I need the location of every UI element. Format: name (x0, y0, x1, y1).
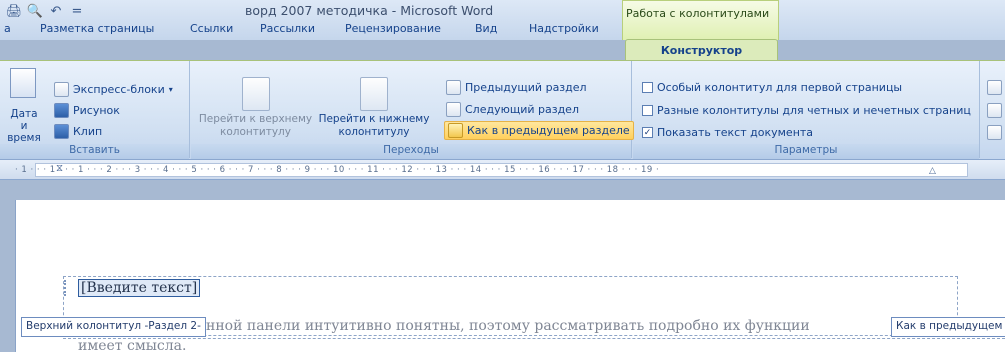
next-section-icon (446, 102, 461, 117)
go-to-header-button[interactable]: Перейти к верхнему колонтитулу (198, 77, 313, 139)
calendar-icon (10, 68, 36, 98)
context-header-label: Работа с колонтитулами (626, 7, 770, 20)
checkbox-icon[interactable] (642, 105, 653, 116)
context-tab-header (622, 0, 779, 40)
group-insert-label: Вставить (0, 144, 189, 159)
move-handle-icon[interactable] (64, 280, 74, 296)
checkbox-icon[interactable] (642, 82, 653, 93)
ruler-scale: · 1 · · · 1 · · · 1 · · · 2 · · · 3 · · … (15, 165, 660, 175)
next-section-label: Следующий раздел (465, 103, 579, 116)
tab-review[interactable]: Рецензирование (345, 22, 441, 40)
same-as-previous-tag: Как в предыдущем (891, 317, 1005, 337)
group-navigation-label: Переходы (191, 144, 631, 159)
footer-page-icon (360, 77, 388, 111)
next-section-button[interactable]: Следующий раздел (446, 102, 579, 117)
body-text-line: нной панели интуитивно понятны, поэтому … (206, 318, 810, 334)
header-placeholder[interactable]: [Введите текст] (78, 279, 201, 297)
header-boundary (63, 338, 1005, 339)
tab-home[interactable]: а (4, 22, 11, 40)
preview-icon[interactable]: 🔍 (27, 3, 43, 19)
different-first-page-checkbox[interactable]: Особый колонтитул для первой страницы (642, 81, 902, 94)
different-odd-even-label: Разные колонтитулы для четных и нечетных… (657, 104, 971, 117)
quick-parts-label: Экспресс-блоки (73, 83, 165, 96)
link-to-previous-button[interactable]: Как в предыдущем разделе (444, 121, 634, 140)
header-position-icon[interactable] (987, 80, 1002, 95)
tab-page-layout[interactable]: Разметка страницы (40, 22, 154, 40)
checkmark-icon[interactable]: ✓ (642, 127, 653, 138)
tab-mailings[interactable]: Рассылки (260, 22, 315, 40)
customize-icon[interactable]: = (69, 3, 85, 19)
date-time-label: Дата и время (7, 108, 41, 144)
different-odd-even-checkbox[interactable]: Разные колонтитулы для четных и нечетных… (642, 104, 971, 117)
clip-label: Клип (73, 125, 103, 138)
picture-label: Рисунок (73, 104, 120, 117)
window-title: ворд 2007 методичка - Microsoft Word (245, 3, 494, 18)
previous-section-icon (446, 80, 461, 95)
dropdown-arrow-icon: ▾ (168, 85, 173, 94)
tab-design[interactable]: Конструктор (625, 39, 778, 61)
different-first-page-label: Особый колонтитул для первой страницы (657, 81, 903, 94)
print-preview-icon[interactable]: 🖨 (6, 3, 23, 19)
quick-parts-icon (54, 82, 69, 97)
link-to-previous-icon (448, 123, 463, 138)
clip-button[interactable]: Клип (54, 124, 102, 139)
insert-alignment-tab-icon[interactable] (987, 125, 1002, 140)
header-section-tag: Верхний колонтитул -Раздел 2- (21, 317, 206, 337)
undo-icon[interactable]: ↶ (48, 3, 64, 19)
show-document-text-checkbox[interactable]: ✓ Показать текст документа (642, 126, 813, 139)
group-position-partial (981, 61, 1005, 158)
picture-button[interactable]: Рисунок (54, 103, 120, 118)
right-indent-marker-icon[interactable]: △ (929, 166, 936, 176)
header-page-icon (241, 77, 270, 111)
clip-icon (54, 124, 69, 139)
footer-position-icon[interactable] (987, 103, 1002, 118)
previous-section-button[interactable]: Предыдущий раздел (446, 80, 587, 95)
show-document-text-label: Показать текст документа (657, 126, 814, 139)
go-to-footer-button[interactable]: Перейти к нижнему колонтитулу (318, 77, 430, 139)
tab-add-ins[interactable]: Надстройки (529, 22, 599, 40)
picture-icon (54, 103, 69, 118)
quick-parts-button[interactable]: Экспресс-блоки ▾ (54, 82, 173, 97)
indent-marker-icon[interactable]: ⧖ (56, 163, 63, 174)
go-to-footer-label: Перейти к нижнему колонтитулу (318, 113, 430, 138)
go-to-header-label: Перейти к верхнему колонтитулу (198, 113, 313, 138)
tab-view[interactable]: Вид (475, 22, 497, 40)
date-time-button[interactable]: Дата и время (6, 68, 42, 144)
tab-references[interactable]: Ссылки (190, 22, 233, 40)
body-text-line: имеет смысла. (78, 338, 187, 352)
group-options-label: Параметры (633, 144, 979, 159)
quick-access-toolbar: 🖨 🔍 ↶ = (0, 0, 120, 22)
previous-section-label: Предыдущий раздел (465, 81, 587, 94)
link-to-previous-label: Как в предыдущем разделе (467, 124, 630, 137)
